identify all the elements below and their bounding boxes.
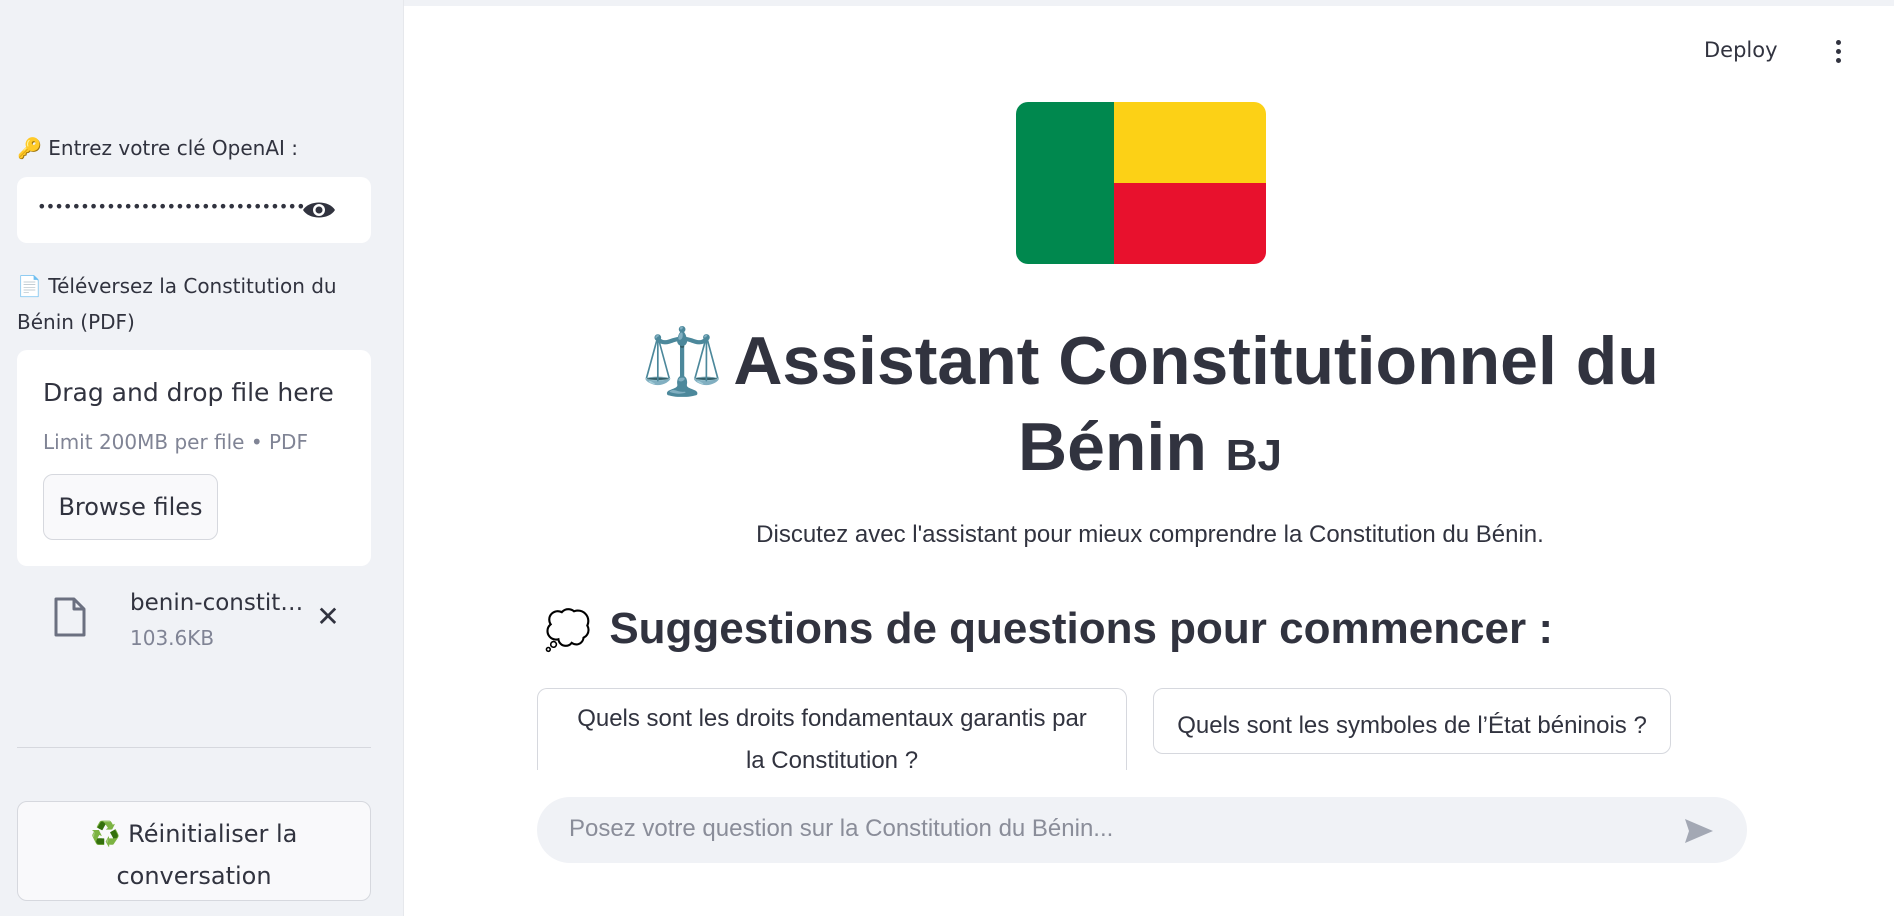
upload-label-line2: Bénin (PDF) <box>17 310 135 334</box>
uploaded-file: benin-constit… 103.6KB ✕ <box>17 580 371 660</box>
sidebar: 🔑 Entrez votre clé OpenAI : ••••••••••••… <box>0 0 404 916</box>
title-suffix: BJ <box>1225 431 1283 480</box>
page-subtitle: Discutez avec l'assistant pour mieux com… <box>756 521 1544 548</box>
suggestion-1-line1: Quels sont les droits fondamentaux garan… <box>577 704 1087 732</box>
more-menu-icon[interactable] <box>1832 40 1844 68</box>
sidebar-divider <box>17 747 371 748</box>
chat-input-placeholder: Posez votre question sur la Constitution… <box>569 815 1114 842</box>
api-key-input[interactable]: ••••••••••••••••••••••••••••••• <box>17 177 371 243</box>
suggestions-title: Suggestions de questions pour commencer … <box>609 604 1554 653</box>
title-line2: Bénin <box>1017 409 1207 485</box>
suggestion-button-symbols[interactable]: Quels sont les symboles de l’État bénino… <box>1153 688 1671 754</box>
upload-label-line1: 📄 Téléversez la Constitution du <box>17 274 337 298</box>
close-icon[interactable]: ✕ <box>313 602 343 632</box>
main-area: Deploy ⚖️ Assistant Constitutionnel du Bé… <box>404 0 1894 916</box>
file-dropzone[interactable]: Drag and drop file here Limit 200MB per … <box>17 350 371 566</box>
reset-label-line2: conversation <box>116 862 272 890</box>
title-line1: Assistant Constitutionnel du <box>733 323 1659 399</box>
reset-conversation-button[interactable]: ♻️ Réinitialiser la conversation <box>17 801 371 901</box>
browse-files-button[interactable]: Browse files <box>43 474 218 540</box>
flag-yellow-band <box>1114 102 1266 183</box>
file-icon <box>54 597 86 637</box>
file-size: 103.6KB <box>130 626 215 650</box>
benin-flag <box>1016 102 1266 264</box>
dropzone-title: Drag and drop file here <box>43 378 334 407</box>
thought-bubble-icon: 💭 <box>544 610 592 652</box>
deploy-button[interactable]: Deploy <box>1704 38 1778 62</box>
file-name: benin-constit… <box>130 590 304 616</box>
page-title: ⚖️ Assistant Constitutionnel du Bénin BJ <box>620 318 1680 499</box>
suggestions-heading: 💭 Suggestions de questions pour commencer… <box>544 604 1553 654</box>
eye-icon[interactable] <box>301 197 337 223</box>
scale-icon: ⚖️ <box>641 324 724 398</box>
dropzone-limit: Limit 200MB per file • PDF <box>43 430 308 454</box>
flag-red-band <box>1114 183 1266 264</box>
flag-green-band <box>1016 102 1114 264</box>
reset-label-line1: ♻️ Réinitialiser la <box>90 820 298 848</box>
api-key-label: 🔑 Entrez votre clé OpenAI : <box>17 136 299 160</box>
send-icon[interactable] <box>1683 817 1715 845</box>
chat-input[interactable]: Posez votre question sur la Constitution… <box>537 797 1747 863</box>
api-key-value: ••••••••••••••••••••••••••••••• <box>37 197 306 216</box>
top-border <box>404 0 1894 7</box>
